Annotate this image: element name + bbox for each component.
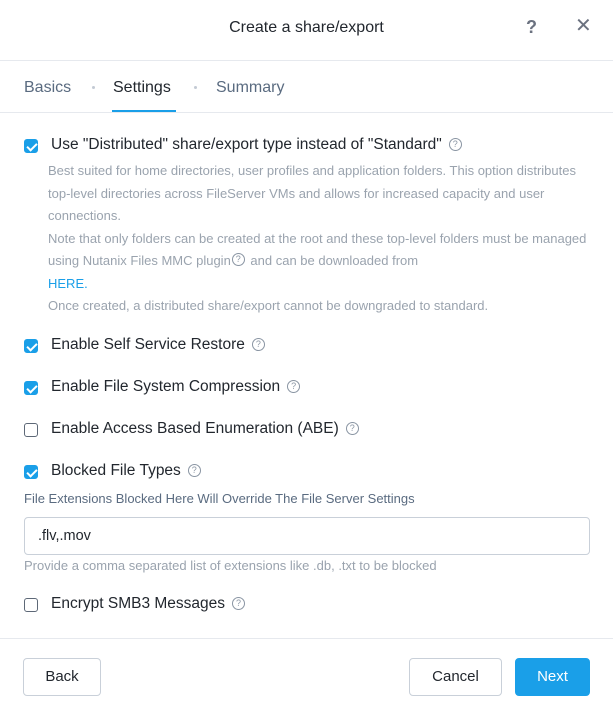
help-circle-icon[interactable]: ?	[187, 464, 201, 477]
tab-separator-dot	[194, 86, 197, 89]
abe-label: Enable Access Based Enumeration (ABE)	[51, 420, 339, 437]
help-circle-icon[interactable]: ?	[287, 380, 301, 393]
active-tab-indicator	[112, 110, 176, 112]
back-button[interactable]: Back	[23, 658, 101, 696]
help-circle-icon[interactable]: ?	[448, 138, 462, 151]
blocked-extensions-input[interactable]	[24, 517, 590, 555]
distributed-desc-line1: Best suited for home directories, user p…	[48, 163, 576, 223]
help-circle-icon[interactable]: ?	[345, 422, 359, 435]
dialog-footer: Back Cancel Next	[0, 638, 613, 709]
cancel-button[interactable]: Cancel	[409, 658, 502, 696]
tab-separator-dot	[92, 86, 95, 89]
distributed-option: Use "Distributed" share/export type inst…	[51, 136, 462, 154]
wizard-tabs: Basics Settings Summary	[0, 61, 613, 113]
help-circle-icon[interactable]: ?	[251, 338, 265, 351]
close-icon[interactable]: ✕	[575, 16, 593, 36]
blocked-file-types-checkbox[interactable]	[24, 465, 38, 479]
here-link[interactable]: HERE.	[48, 276, 88, 291]
abe-checkbox[interactable]	[24, 423, 38, 437]
distributed-desc-line3: Once created, a distributed share/export…	[48, 298, 489, 313]
help-circle-icon[interactable]: ?	[231, 253, 245, 266]
tab-settings[interactable]: Settings	[113, 79, 171, 97]
distributed-checkbox[interactable]	[24, 139, 38, 153]
self-service-restore-option: Enable Self Service Restore?	[51, 336, 265, 354]
tab-basics[interactable]: Basics	[24, 79, 71, 97]
smb3-encrypt-option: Encrypt SMB3 Messages?	[51, 595, 246, 613]
distributed-desc-line2: Note that only folders can be created at…	[48, 228, 593, 296]
help-circle-icon[interactable]: ?	[232, 597, 246, 610]
dialog-title: Create a share/export	[229, 19, 384, 36]
help-icon[interactable]: ?	[526, 17, 537, 38]
compression-label: Enable File System Compression	[51, 378, 281, 395]
dialog-header: Create a share/export ? ✕	[0, 0, 613, 61]
blocked-extensions-sublabel: File Extensions Blocked Here Will Overri…	[24, 491, 415, 506]
blocked-extensions-hint: Provide a comma separated list of extens…	[24, 558, 437, 573]
tab-summary[interactable]: Summary	[216, 79, 284, 97]
blocked-file-types-option: Blocked File Types?	[51, 462, 201, 480]
distributed-label: Use "Distributed" share/export type inst…	[51, 136, 442, 153]
smb3-encrypt-checkbox[interactable]	[24, 598, 38, 612]
self-service-restore-label: Enable Self Service Restore	[51, 336, 245, 353]
next-button[interactable]: Next	[515, 658, 590, 696]
compression-checkbox[interactable]	[24, 381, 38, 395]
distributed-description: Best suited for home directories, user p…	[48, 160, 593, 318]
self-service-restore-checkbox[interactable]	[24, 339, 38, 353]
distributed-desc-text-end: and can be downloaded from	[246, 253, 419, 268]
abe-option: Enable Access Based Enumeration (ABE)?	[51, 420, 359, 438]
compression-option: Enable File System Compression?	[51, 378, 301, 396]
smb3-encrypt-label: Encrypt SMB3 Messages	[51, 595, 226, 612]
blocked-file-types-label: Blocked File Types	[51, 462, 181, 479]
